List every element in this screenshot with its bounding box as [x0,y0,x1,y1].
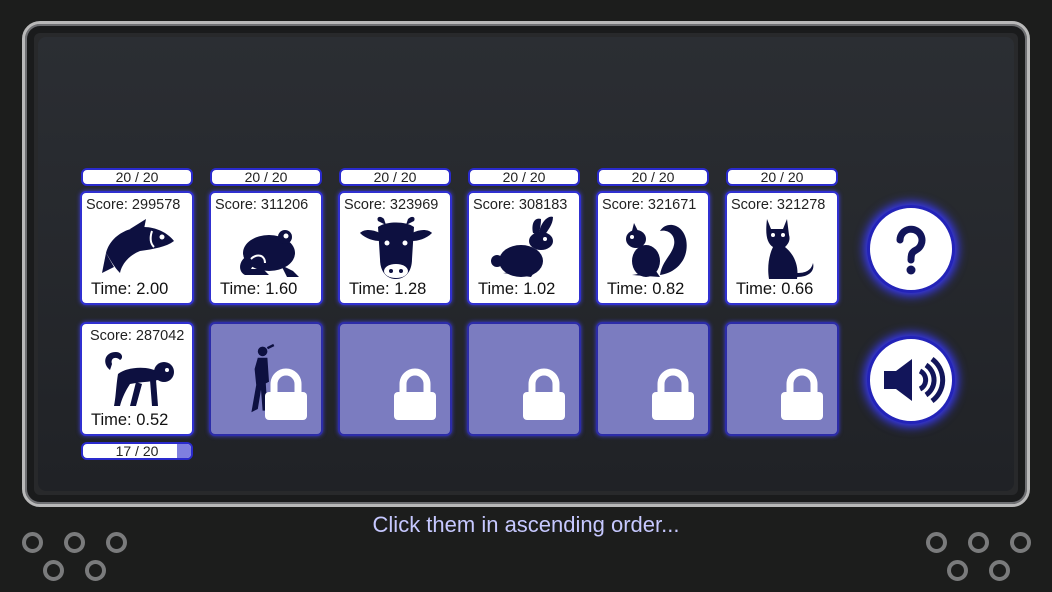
level-time: Time: 1.60 [220,280,298,298]
level-progress-1: 20 / 20 [81,168,193,186]
level-score: Score: 299578 [86,197,181,213]
bolt-decoration [989,560,1010,581]
bolt-decoration [85,560,106,581]
level-progress-5: 20 / 20 [597,168,709,186]
level-score: Score: 323969 [344,197,439,213]
level-card-squirrel[interactable]: Score: 321671 Time: 0.82 [596,191,710,305]
locked-level-card[interactable] [725,322,839,436]
level-time: Time: 1.02 [478,280,556,298]
sound-button[interactable] [867,336,955,424]
level-progress-4: 20 / 20 [468,168,580,186]
locked-level-card[interactable] [467,322,581,436]
help-button[interactable] [867,205,955,293]
level-progress-2: 20 / 20 [210,168,322,186]
frog-icon [240,230,299,277]
bolt-decoration [22,532,43,553]
level-card-rabbit[interactable]: Score: 308183 Time: 1.02 [467,191,581,305]
level-time: Time: 1.28 [349,280,427,298]
lock-icon [394,368,436,420]
bolt-decoration [43,560,64,581]
bolt-decoration [968,532,989,553]
bolt-decoration [926,532,947,553]
speaker-icon [884,356,946,404]
monkey-icon [105,352,174,406]
level-score: Score: 321671 [602,197,697,213]
level-progress-3: 20 / 20 [339,168,451,186]
level-score: Score: 311206 [215,197,309,213]
level-score: Score: 321278 [731,197,826,213]
level-card-fish[interactable]: Score: 299578 Time: 2.00 [80,191,194,305]
question-icon [896,225,926,275]
level-card-monkey[interactable]: Score: 287042 Time: 0.52 [80,322,194,436]
cow-icon [360,216,432,279]
locked-level-card[interactable] [338,322,452,436]
level-card-cow[interactable]: Score: 323969 Time: 1.28 [338,191,452,305]
locked-level-card-human[interactable] [209,322,323,436]
instruction-text: Click them in ascending order... [372,512,680,537]
level-time: Time: 0.66 [736,280,814,298]
squirrel-icon [626,223,687,277]
lock-icon [265,368,307,420]
level-progress-7: 17 / 20 [81,442,193,460]
level-progress-6: 20 / 20 [726,168,838,186]
level-time: Time: 0.52 [91,411,169,429]
cat-icon [766,219,814,279]
bolt-decoration [106,532,127,553]
level-time: Time: 0.82 [607,280,685,298]
fish-icon [102,219,174,273]
level-time: Time: 2.00 [91,280,169,298]
lock-icon [523,368,565,420]
level-score: Score: 308183 [473,197,568,213]
bolt-decoration [947,560,968,581]
lock-icon [781,368,823,420]
level-score: Score: 287042 [90,328,185,344]
locked-level-card[interactable] [596,322,710,436]
progress-remaining-fill [177,444,191,458]
bolt-decoration [64,532,85,553]
bolt-decoration [1010,532,1031,553]
level-card-cat[interactable]: Score: 321278 Time: 0.66 [725,191,839,305]
lock-icon [652,368,694,420]
level-card-frog[interactable]: Score: 311206 Time: 1.60 [209,191,323,305]
rabbit-icon [491,216,553,277]
